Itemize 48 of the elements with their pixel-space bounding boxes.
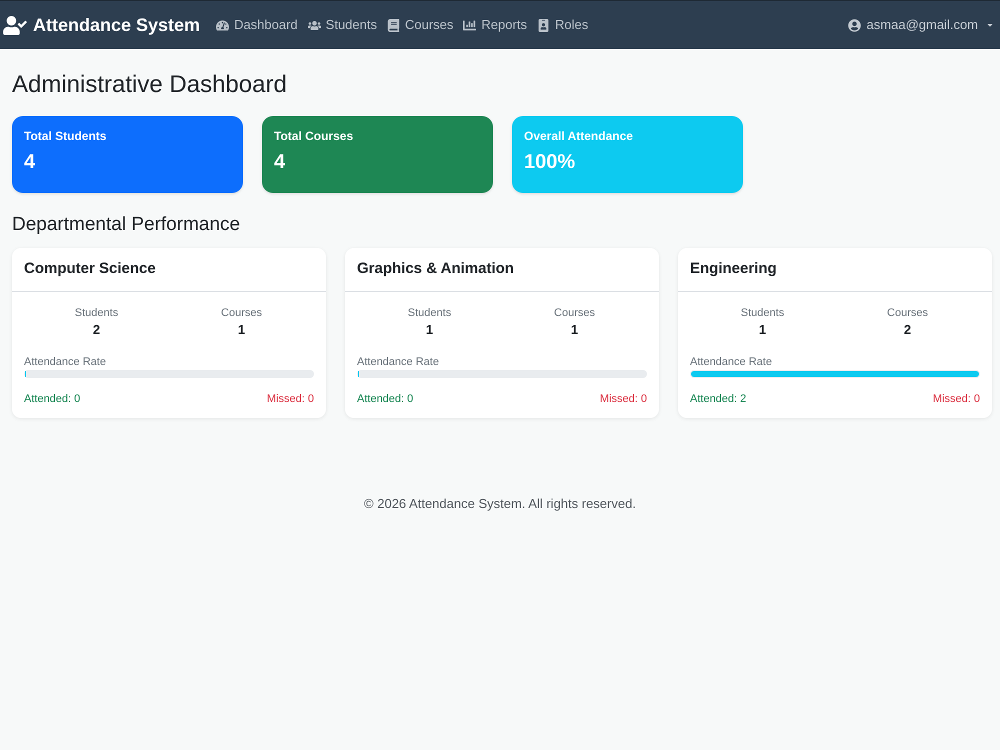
nav-link[interactable]: Courses [387, 15, 454, 35]
users-icon [308, 18, 321, 32]
user-menu[interactable]: asmaa@gmail.com [848, 15, 994, 35]
id-badge-icon [536, 18, 550, 32]
attended-count: Attended: 2 [690, 392, 746, 406]
stat-value: 100% [524, 150, 576, 175]
stat-value: 1 [426, 322, 434, 338]
stat-label: Students [74, 306, 118, 320]
attended-count: Attended: 0 [357, 392, 414, 406]
stat-label: Students [740, 306, 784, 320]
department-title: Engineering [690, 259, 777, 280]
footer-text: © 2026 Attendance System. All rights reserved. [363, 495, 637, 513]
stat-label: Students [408, 306, 452, 320]
nav-link[interactable]: Dashboard [216, 15, 298, 35]
page-title: Administrative Dashboard [12, 70, 288, 100]
stat-value: 1 [238, 322, 246, 338]
caret-icon [986, 21, 994, 29]
stat-value: 1 [570, 322, 578, 338]
stat-label: Total Courses [274, 128, 354, 144]
section-heading: Departmental Performance [12, 213, 242, 237]
nav-link[interactable]: Reports [463, 15, 527, 35]
attendance-rate-label: Attendance Rate [690, 355, 773, 369]
brand-title[interactable]: Attendance System [33, 12, 200, 38]
book-icon [387, 18, 400, 32]
user-check-icon [3, 16, 27, 34]
nav-link[interactable]: Students [308, 15, 377, 35]
gauge-icon [216, 18, 230, 32]
user-avatar-icon [848, 18, 861, 32]
nav-link[interactable]: Roles [536, 15, 588, 35]
bar-chart-icon [463, 18, 476, 32]
stat-label: Courses [221, 306, 262, 320]
stat-label: Overall Attendance [524, 128, 634, 144]
stat-value: 1 [758, 322, 766, 338]
stat-value: 4 [24, 150, 36, 175]
attendance-rate-label: Attendance Rate [357, 355, 440, 369]
missed-count: Missed: 0 [932, 392, 980, 406]
stat-value: 2 [92, 322, 100, 338]
department-title: Computer Science [24, 259, 156, 280]
stat-value: 4 [274, 150, 286, 175]
attended-count: Attended: 0 [24, 392, 80, 406]
attendance-rate-label: Attendance Rate [24, 355, 107, 369]
stat-label: Total Students [24, 128, 108, 144]
department-title: Graphics & Animation [357, 259, 514, 280]
stat-label: Courses [554, 306, 595, 320]
stat-value: 2 [904, 322, 912, 338]
missed-count: Missed: 0 [266, 392, 314, 406]
stat-label: Courses [887, 306, 928, 320]
missed-count: Missed: 0 [600, 392, 647, 406]
